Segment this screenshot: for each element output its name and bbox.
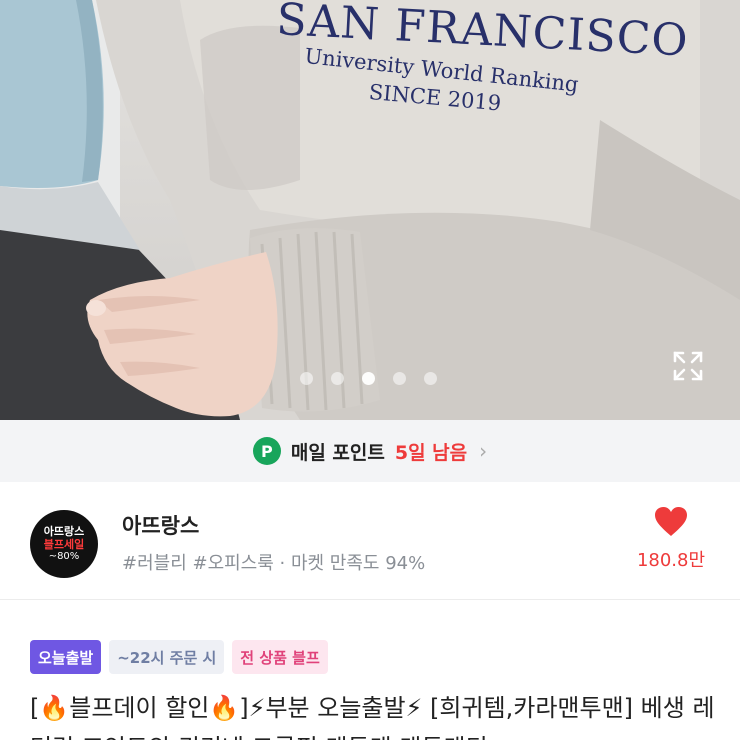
- today-shipping-badge: 오늘출발: [30, 640, 102, 674]
- points-remaining: 5일 남음: [394, 441, 468, 464]
- shop-logo[interactable]: 아뜨랑스 블프세일 ~80%: [30, 510, 98, 578]
- order-cutoff-badge: ~22시 주문 시: [109, 640, 225, 674]
- points-icon: P: [252, 437, 281, 465]
- carousel-dot-active[interactable]: [362, 372, 375, 385]
- carousel-dot[interactable]: [393, 372, 406, 385]
- delivery-badges: 오늘출발 ~22시 주문 시 전 상품 블프: [30, 640, 328, 674]
- carousel-dot[interactable]: [300, 372, 313, 385]
- carousel-dot[interactable]: [424, 372, 437, 385]
- carousel-dot[interactable]: [331, 372, 344, 385]
- shop-logo-sale: 블프세일: [43, 538, 85, 551]
- shop-info[interactable]: 아뜨랑스 블프세일 ~80% 아뜨랑스 #러블리 #오피스룩 · 마켓 만족도 …: [0, 482, 740, 600]
- sweatshirt-print: SAN FRANCISCO University World Ranking S…: [0, 0, 740, 140]
- shop-name[interactable]: 아뜨랑스: [122, 510, 199, 540]
- daily-points-banner[interactable]: P 매일 포인트 5일 남음 ›: [0, 420, 740, 482]
- shop-logo-name: 아뜨랑스: [43, 524, 85, 538]
- product-title: [🔥블프데이 할인🔥]⚡부분 오늘출발⚡ [희귀템,카라맨투맨] 베생 레터링 …: [30, 694, 715, 740]
- black-friday-badge: 전 상품 블프: [232, 640, 328, 674]
- heart-icon[interactable]: [654, 506, 688, 538]
- shop-logo-discount: ~80%: [48, 551, 80, 563]
- shop-tags: #러블리 #오피스룩 · 마켓 만족도 94%: [122, 553, 426, 574]
- like-count: 180.8만: [636, 550, 706, 571]
- chevron-right-icon: ›: [479, 439, 488, 463]
- points-label: 매일 포인트: [290, 441, 385, 464]
- expand-icon[interactable]: [672, 350, 704, 382]
- carousel-indicator: [300, 372, 437, 385]
- product-image-carousel[interactable]: SAN FRANCISCO University World Ranking S…: [0, 0, 740, 420]
